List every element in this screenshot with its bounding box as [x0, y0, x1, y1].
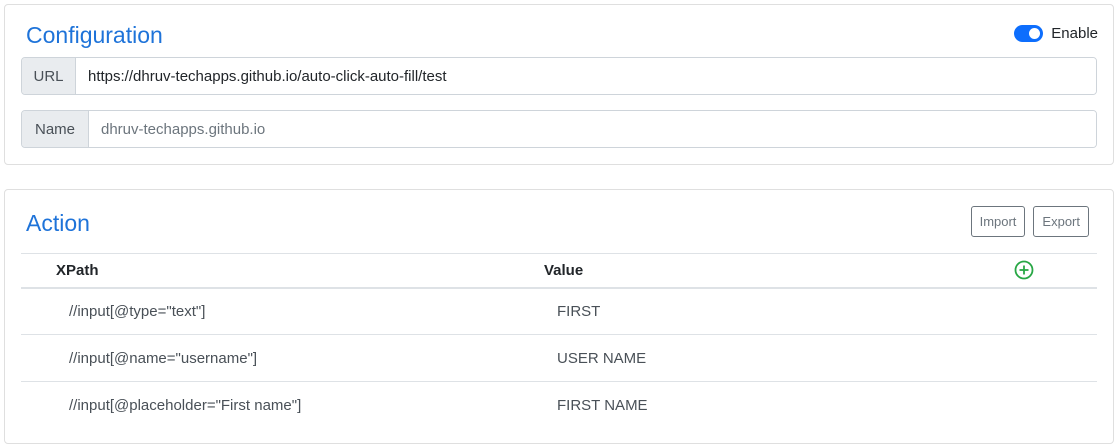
url-label: URL [22, 58, 76, 94]
xpath-cell[interactable]: //input[@type="text"] [21, 287, 544, 335]
configuration-card: Configuration Enable URL Name [4, 4, 1114, 165]
url-input-group: URL [21, 57, 1097, 95]
actions-cell [1014, 334, 1097, 382]
xpath-cell[interactable]: //input[@name="username"] [21, 334, 544, 382]
table-row[interactable]: //input[@placeholder="First name"] FIRST… [21, 382, 1097, 429]
add-circle-icon[interactable] [1014, 260, 1034, 280]
action-card: Action Import Export XPath Value //input… [4, 189, 1114, 444]
name-input-group: Name [21, 110, 1097, 148]
table-row[interactable]: //input[@type="text"] FIRST [21, 287, 1097, 335]
import-export-group: Import Export [970, 206, 1089, 237]
url-input[interactable] [76, 58, 1096, 94]
name-input[interactable] [89, 111, 1096, 147]
table-row[interactable]: //input[@name="username"] USER NAME [21, 334, 1097, 382]
action-title: Action [26, 210, 90, 236]
xpath-cell[interactable]: //input[@placeholder="First name"] [21, 382, 544, 429]
value-cell[interactable]: USER NAME [544, 334, 1014, 382]
add-column-header [1014, 253, 1097, 289]
enable-toggle[interactable] [1014, 25, 1044, 42]
value-column-header: Value [544, 253, 1014, 289]
enable-label: Enable [1051, 25, 1098, 42]
actions-cell [1014, 382, 1097, 429]
import-button[interactable]: Import [970, 206, 1026, 237]
toggle-knob [1029, 28, 1041, 39]
configuration-title: Configuration [26, 22, 163, 48]
xpath-column-header: XPath [21, 253, 544, 289]
enable-toggle-group: Enable [1014, 25, 1098, 42]
value-cell[interactable]: FIRST [544, 287, 1014, 335]
actions-cell [1014, 287, 1097, 335]
export-button[interactable]: Export [1033, 206, 1089, 237]
table-header-row: XPath Value [21, 253, 1097, 289]
value-cell[interactable]: FIRST NAME [544, 382, 1014, 429]
name-label: Name [22, 111, 89, 147]
action-table: XPath Value //input[@type="text"] FIRST … [21, 253, 1097, 429]
